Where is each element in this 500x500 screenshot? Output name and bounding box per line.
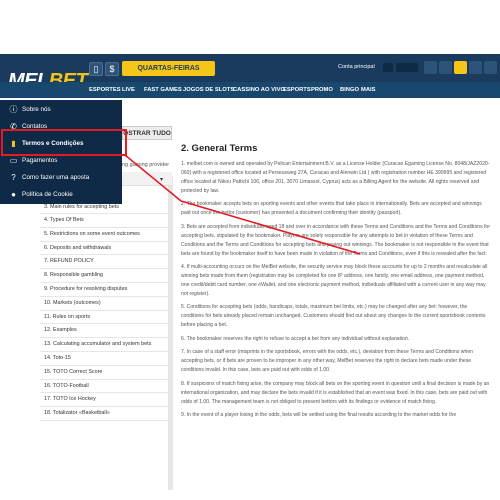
nav-item-fast-games[interactable]: FAST GAMES [144,87,182,93]
nav-item-esports[interactable]: ESPORTS [283,87,311,93]
menu-item-how-to-bet[interactable]: ? Como fazer uma aposta [0,169,122,187]
nav-item-live-casino[interactable]: CASSINO AO VIVO [233,87,285,93]
account-label: Conta principal [338,64,375,70]
nav-item-promo[interactable]: PROMO [311,87,333,93]
menu-item-cookie-policy[interactable]: ● Política de Cookie [0,186,122,204]
article-paragraph: 9. In the event of a player losing in th… [181,412,457,419]
toc-list: 4. Types Of Bets 5. Restrictions on some… [40,214,172,421]
general-terms-article: 2. General Terms 1. melbet.com is owned … [181,143,491,425]
menu-item-label: Política de Cookie [22,191,73,198]
gear-icon[interactable] [469,61,482,74]
toc-item[interactable]: 18. Totalizator «Basketball» [40,407,172,421]
promo-button[interactable]: QUARTAS-FEIRAS VENCEDORAS [122,61,215,87]
toc-item[interactable]: 5. Restrictions on some event outcomes [40,228,172,242]
nav-item-live[interactable]: LIVE [122,87,135,93]
nav-item-sports[interactable]: ESPORTES [89,87,121,93]
article-paragraph: 6. The bookmaker reserves the right to r… [181,335,410,342]
info-icon: ⓘ [9,105,18,114]
dollar-icon[interactable]: $ [105,62,119,76]
toc-item[interactable]: 17. TOTO Ice Hockey [40,393,172,408]
grid-icon[interactable] [484,61,497,74]
toc-partial-text: ng gaming provider [122,162,170,168]
menu-item-label: Como fazer uma aposta [22,174,90,181]
nav-item-slots[interactable]: JOGOS DE SLOTS [183,87,234,93]
toc-item[interactable]: 9. Procedure for resolving disputes [40,283,172,297]
toc-scrollbar[interactable] [168,176,173,490]
menu-item-label: Sobre nós [22,106,51,113]
toc-item[interactable]: 16. TOTO-Football [40,380,172,394]
article-paragraph: 1. melbet.com is owned and operated by P… [181,161,490,194]
toc-item[interactable]: 15. TOTO Correct Score [40,366,172,380]
toc-item[interactable]: 12. Examples [40,324,172,339]
toc-item[interactable]: 7. REFUND POLICY [40,255,172,270]
article-title: 2. General Terms [181,143,258,154]
toc-item[interactable]: 14. Toto-15 [40,352,172,366]
main-nav: ESPORTES LIVE FAST GAMES JOGOS DE SLOTS … [0,82,500,98]
toc-item[interactable]: 10. Markets (outcomes) [40,297,172,311]
article-paragraph: 7. In case of a staff error (misprints i… [181,349,473,374]
toc-item[interactable]: 11. Rules on sports [40,311,172,325]
mobile-icon[interactable]: ▯ [89,62,103,76]
deposit-icon[interactable] [454,61,467,74]
toc-item[interactable]: 8. Responsible gambling [40,269,172,283]
chevron-down-icon[interactable]: ▾ [160,176,163,183]
article-paragraph: 4. If multi-accounting occurs on the Mel… [181,264,488,297]
article-paragraph: 3. Bets are accepted from individuals ag… [181,223,491,257]
settings-icon[interactable] [439,61,452,74]
nav-item-more[interactable]: MAIS [361,87,376,93]
show-all-button[interactable]: OSTRAR TUDO [122,126,172,140]
article-paragraph: 8. If suspicions of match fixing arise, … [181,380,490,405]
article-paragraph: 2. The bookmaker accepts bets on sportin… [181,201,482,217]
highlight-box [1,129,127,156]
toc-item[interactable]: 4. Types Of Bets [40,214,172,228]
account-balance-box[interactable] [396,63,418,72]
menu-item-about[interactable]: ⓘ Sobre nós [0,101,122,119]
card-icon: ▭ [9,156,18,165]
account-balance-box[interactable] [383,63,393,72]
article-paragraph: 5. Conditions for accepting bets (odds, … [181,304,486,329]
question-icon: ? [11,173,16,182]
user-icon[interactable] [424,61,437,74]
nav-item-bingo[interactable]: BINGO [340,87,359,93]
toc-item[interactable]: 13. Calculating accumulator and system b… [40,338,172,352]
menu-item-label: Pagamentos [22,157,58,164]
cookie-icon: ● [11,190,16,199]
toc-item[interactable]: 6. Deposits and withdrawals [40,242,172,256]
